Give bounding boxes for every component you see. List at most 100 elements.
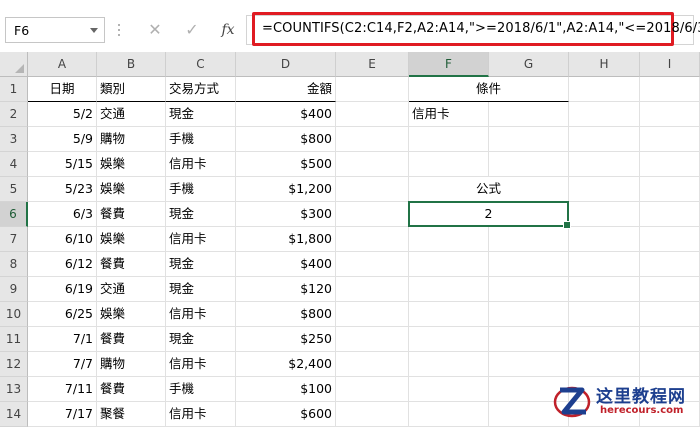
record-amount[interactable]: $1,800 (236, 227, 336, 252)
grid-cell[interactable] (336, 152, 409, 177)
grid-cell[interactable] (640, 302, 700, 327)
record-payment[interactable]: 現金 (166, 327, 236, 352)
record-category[interactable]: 娛樂 (97, 177, 166, 202)
row-header-10[interactable]: 10 (0, 302, 28, 327)
record-date[interactable]: 6/3 (28, 202, 97, 227)
grid-cell[interactable] (569, 77, 640, 102)
grid-cell[interactable] (489, 277, 569, 302)
record-date[interactable]: 7/17 (28, 402, 97, 427)
record-payment[interactable]: 現金 (166, 277, 236, 302)
record-date[interactable]: 6/10 (28, 227, 97, 252)
select-all-button[interactable] (0, 52, 28, 77)
record-date[interactable]: 6/12 (28, 252, 97, 277)
record-category[interactable]: 購物 (97, 352, 166, 377)
formula-block-title[interactable]: 公式 (409, 177, 569, 202)
record-category[interactable]: 餐費 (97, 377, 166, 402)
grid-cell[interactable] (409, 402, 489, 427)
criteria-title[interactable]: 條件 (409, 77, 569, 102)
record-category[interactable]: 餐費 (97, 252, 166, 277)
insert-function-icon[interactable]: fx (216, 18, 240, 42)
grid-cell[interactable] (640, 177, 700, 202)
row-header-12[interactable]: 12 (0, 352, 28, 377)
row-header-2[interactable]: 2 (0, 102, 28, 127)
grid-cell[interactable] (489, 327, 569, 352)
grid-cell[interactable] (569, 177, 640, 202)
grid-cell[interactable] (489, 352, 569, 377)
record-category[interactable]: 餐費 (97, 327, 166, 352)
column-header-B[interactable]: B (97, 52, 166, 77)
record-payment[interactable]: 手機 (166, 127, 236, 152)
grid-cell[interactable] (336, 277, 409, 302)
record-amount[interactable]: $100 (236, 377, 336, 402)
grid-cell[interactable] (569, 327, 640, 352)
row-header-3[interactable]: 3 (0, 127, 28, 152)
column-header-C[interactable]: C (166, 52, 236, 77)
header-payment[interactable]: 交易方式 (166, 77, 236, 102)
grid-cell[interactable] (489, 102, 569, 127)
record-amount[interactable]: $1,200 (236, 177, 336, 202)
header-amount[interactable]: 金額 (236, 77, 336, 102)
grid-cell[interactable] (409, 152, 489, 177)
record-category[interactable]: 娛樂 (97, 152, 166, 177)
grid-cell[interactable] (640, 252, 700, 277)
record-category[interactable]: 餐費 (97, 202, 166, 227)
record-amount[interactable]: $600 (236, 402, 336, 427)
row-header-5[interactable]: 5 (0, 177, 28, 202)
grid-cell[interactable] (640, 152, 700, 177)
record-date[interactable]: 7/1 (28, 327, 97, 352)
record-payment[interactable]: 手機 (166, 377, 236, 402)
enter-icon[interactable]: ✓ (180, 18, 204, 42)
record-date[interactable]: 7/11 (28, 377, 97, 402)
grid-cell[interactable] (640, 277, 700, 302)
record-payment[interactable]: 信用卡 (166, 402, 236, 427)
column-header-A[interactable]: A (28, 52, 97, 77)
record-date[interactable]: 6/25 (28, 302, 97, 327)
record-amount[interactable]: $400 (236, 102, 336, 127)
record-amount[interactable]: $800 (236, 302, 336, 327)
grid-cell[interactable] (409, 352, 489, 377)
grid-cell[interactable] (336, 302, 409, 327)
formula-text[interactable]: =COUNTIFS(C2:C14,F2,A2:A14,">=2018/6/1",… (262, 21, 700, 36)
grid-cell[interactable] (336, 252, 409, 277)
fill-handle[interactable] (563, 221, 571, 229)
grid-cell[interactable] (569, 252, 640, 277)
grid-cell[interactable] (569, 277, 640, 302)
record-amount[interactable]: $250 (236, 327, 336, 352)
grid-cell[interactable] (640, 77, 700, 102)
chevron-down-icon[interactable] (90, 28, 98, 33)
record-amount[interactable]: $120 (236, 277, 336, 302)
grid-cell[interactable] (569, 202, 640, 227)
record-payment[interactable]: 手機 (166, 177, 236, 202)
grid-cell[interactable] (336, 102, 409, 127)
grid-cell[interactable] (336, 227, 409, 252)
record-amount[interactable]: $400 (236, 252, 336, 277)
grid-cell[interactable] (640, 227, 700, 252)
grid-cell[interactable] (336, 352, 409, 377)
grid-cell[interactable] (640, 352, 700, 377)
cancel-icon[interactable]: ✕ (143, 18, 167, 42)
column-header-D[interactable]: D (236, 52, 336, 77)
column-header-G[interactable]: G (489, 52, 569, 77)
record-date[interactable]: 5/2 (28, 102, 97, 127)
grid-cell[interactable] (409, 377, 489, 402)
row-header-7[interactable]: 7 (0, 227, 28, 252)
record-category[interactable]: 購物 (97, 127, 166, 152)
grid-cell[interactable] (640, 327, 700, 352)
row-header-6[interactable]: 6 (0, 202, 28, 227)
record-payment[interactable]: 現金 (166, 252, 236, 277)
grid-cell[interactable] (336, 377, 409, 402)
grid-cell[interactable] (569, 152, 640, 177)
row-header-14[interactable]: 14 (0, 402, 28, 427)
record-payment[interactable]: 信用卡 (166, 152, 236, 177)
record-amount[interactable]: $300 (236, 202, 336, 227)
record-amount[interactable]: $800 (236, 127, 336, 152)
record-date[interactable]: 5/15 (28, 152, 97, 177)
grid-cell[interactable] (640, 102, 700, 127)
row-header-1[interactable]: 1 (0, 77, 28, 102)
grid-cell[interactable] (489, 127, 569, 152)
record-date[interactable]: 6/19 (28, 277, 97, 302)
grid-cell[interactable] (336, 402, 409, 427)
grid-cell[interactable] (336, 127, 409, 152)
record-amount[interactable]: $2,400 (236, 352, 336, 377)
name-box[interactable]: F6 (5, 17, 105, 43)
